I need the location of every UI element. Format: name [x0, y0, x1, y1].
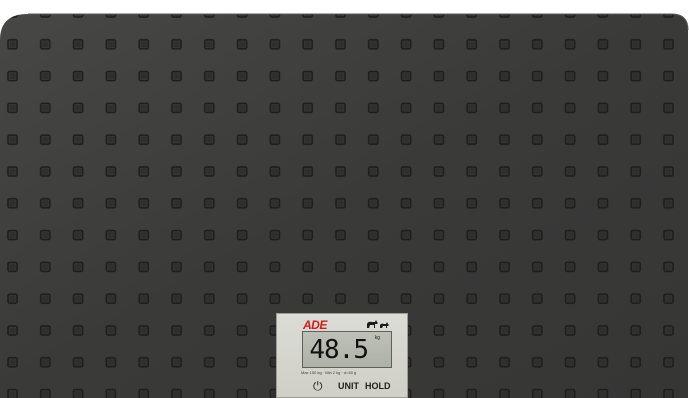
specs-text: Max 150 kg · Min 2 kg · d=50 g: [301, 370, 357, 375]
weight-reading: 48.5: [309, 335, 369, 365]
brand-logo: ADE: [303, 318, 327, 332]
hold-button[interactable]: HOLD: [365, 381, 391, 391]
unit-indicator: kg: [374, 335, 380, 341]
control-panel: ADE 48.5 kg Max 150 kg · Min 2 kg · d=50…: [276, 313, 408, 398]
button-row: ⏻ UNIT HOLD: [313, 379, 393, 393]
dog-and-cat-icon: [365, 318, 391, 332]
lcd-display: 48.5 kg: [302, 331, 392, 368]
power-icon[interactable]: ⏻: [313, 379, 323, 393]
unit-button[interactable]: UNIT: [338, 381, 359, 391]
